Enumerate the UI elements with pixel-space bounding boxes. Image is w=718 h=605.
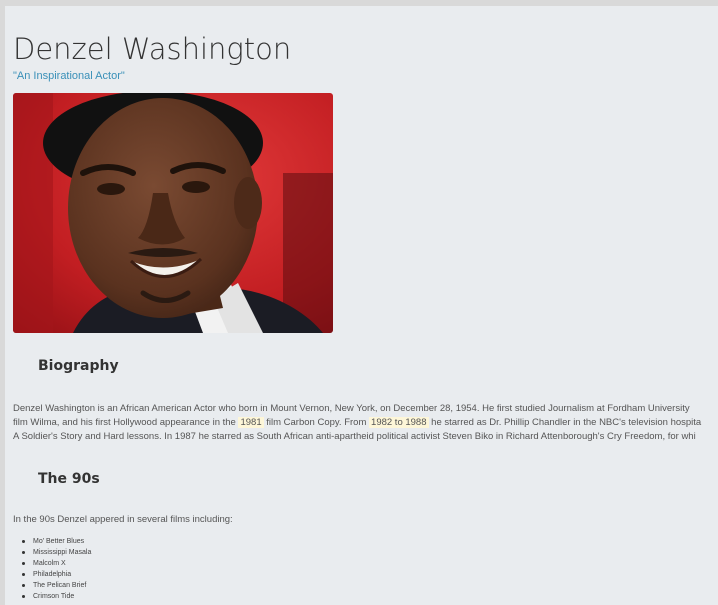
biography-line-2-part-a: film Wilma, and his first Hollywood appe… (13, 417, 236, 428)
biography-line-3: A Soldier's Story and Hard lessons. In 1… (13, 431, 696, 442)
highlight-year-range: 1982 to 1988 (369, 417, 429, 428)
biography-line-2-part-c: he starred as Dr. Phillip Chandler in th… (431, 417, 702, 428)
list-item: The Pelican Brief (21, 580, 91, 591)
nineties-intro: In the 90s Denzel appered in several fil… (13, 514, 233, 525)
biography-line-2-part-b: film Carbon Copy. From (266, 417, 367, 428)
list-item: Malcolm X (21, 558, 91, 569)
biography-text: Denzel Washington is an African American… (13, 402, 718, 444)
film-list: Mo' Better Blues Mississippi Masala Malc… (13, 536, 91, 602)
biography-line-2: film Wilma, and his first Hollywood appe… (13, 416, 718, 430)
highlight-year: 1981 (238, 417, 264, 428)
nineties-heading: The 90s (38, 471, 100, 487)
page-title: Denzel Washington (13, 32, 292, 66)
list-item: Mississippi Masala (21, 549, 92, 556)
list-item: Philadelphia (21, 569, 91, 580)
list-item: Mo' Better Blues (21, 536, 91, 547)
page: Denzel Washington "An Inspirational Acto… (5, 6, 718, 605)
tagline: "An Inspirational Actor" (13, 70, 125, 82)
portrait-image (13, 93, 333, 333)
biography-heading: Biography (38, 358, 119, 374)
biography-line-1: Denzel Washington is an African American… (13, 403, 690, 414)
list-item: Crimson Tide (21, 591, 91, 602)
